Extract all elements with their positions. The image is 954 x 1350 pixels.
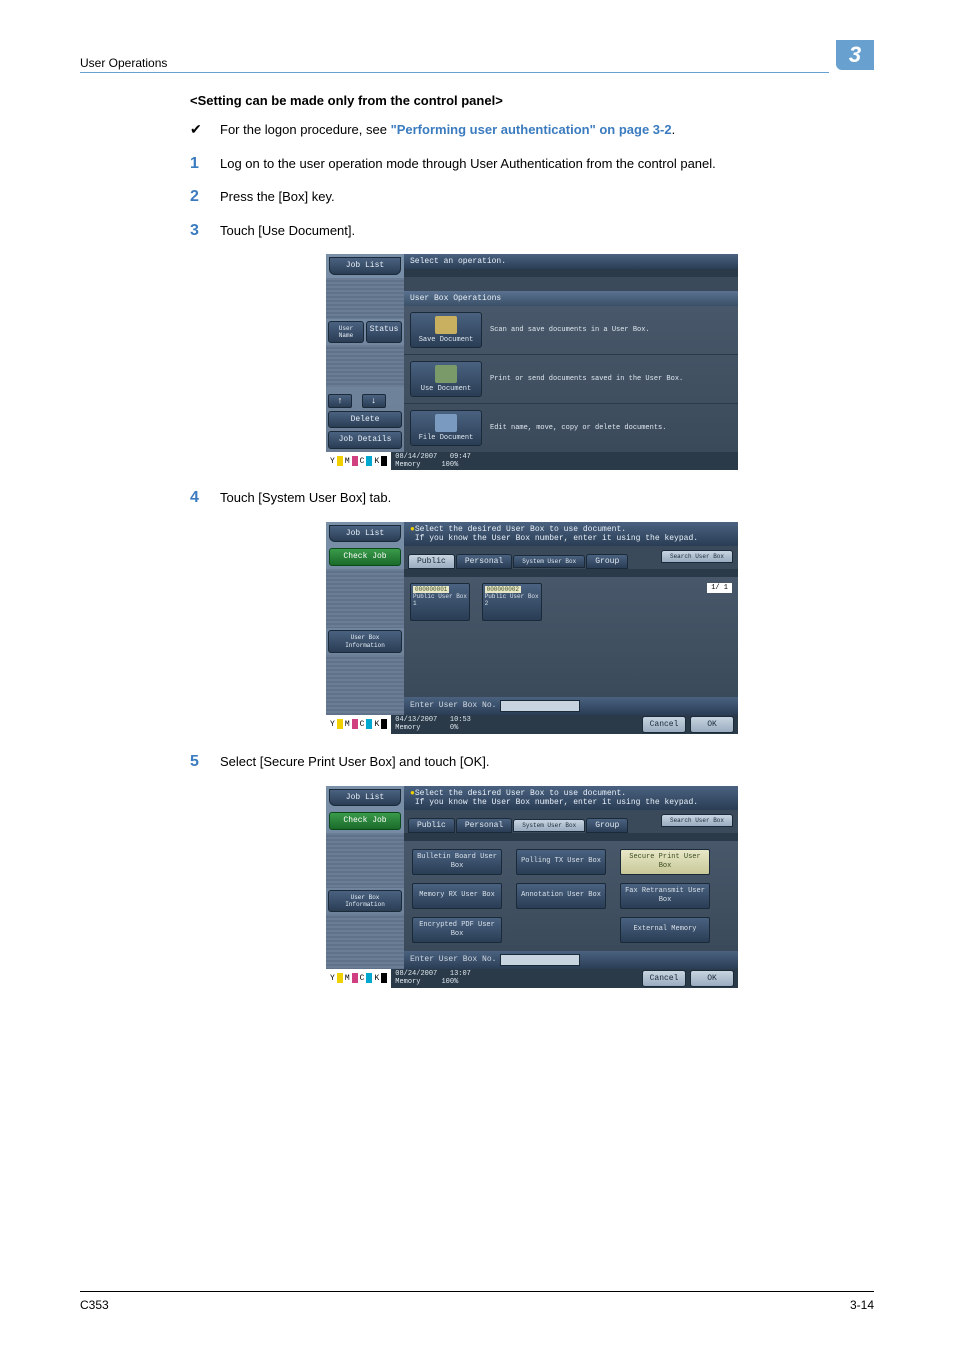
- step-text-1: Log on to the user operation mode throug…: [220, 154, 716, 174]
- xref-link[interactable]: "Performing user authentication" on page…: [391, 122, 672, 137]
- bulletin-board-btn[interactable]: Bulletin Board User Box: [412, 849, 502, 875]
- user-box-info-btn-3[interactable]: User Box Information: [328, 890, 402, 912]
- toner-indicator-2: Y M C K: [326, 715, 391, 735]
- section-subtitle: <Setting can be made only from the contr…: [190, 93, 874, 108]
- footer-model: C353: [80, 1298, 109, 1312]
- toner-indicator-3: Y M C K: [326, 969, 391, 989]
- cancel-button-3[interactable]: Cancel: [642, 970, 686, 988]
- toner-indicator: Y M C K: [326, 452, 391, 470]
- message-bar: Select an operation.: [404, 254, 738, 269]
- tab-system-3[interactable]: System User Box: [513, 819, 585, 832]
- header-rule: [80, 72, 829, 73]
- bullet-pre: For the logon procedure, see: [220, 122, 391, 137]
- file-desc: Edit name, move, copy or delete document…: [490, 424, 666, 432]
- tab-personal-3[interactable]: Personal: [456, 818, 512, 833]
- hint-bar-2: ●Select the desired User Box to use docu…: [404, 522, 738, 546]
- step-text-3: Touch [Use Document].: [220, 221, 355, 241]
- enter-box-label: Enter User Box No.: [410, 701, 496, 710]
- up-arrow-btn[interactable]: ↑: [328, 394, 352, 408]
- tab-personal[interactable]: Personal: [456, 554, 512, 569]
- user-name-btn[interactable]: User Name: [328, 321, 364, 343]
- file-doc-label: File Document: [419, 434, 474, 442]
- step-num-3: 3: [190, 222, 220, 240]
- file-icon: [435, 414, 457, 432]
- step-text-2: Press the [Box] key.: [220, 187, 335, 207]
- tab-search[interactable]: Search User Box: [661, 550, 733, 563]
- status-footer-3: 08/24/2007 13:07Memory 100% Cancel OK: [391, 969, 738, 989]
- status-footer-2: 04/13/2007 10:53Memory 0% Cancel OK: [391, 715, 738, 735]
- save-doc-label: Save Document: [419, 336, 474, 344]
- polling-tx-btn[interactable]: Polling TX User Box: [516, 849, 606, 875]
- box2-name: Public User Box 2: [485, 593, 539, 607]
- check-job-btn-3[interactable]: Check Job: [329, 812, 401, 830]
- step-num-4: 4: [190, 489, 220, 507]
- step-text-5: Select [Secure Print User Box] and touch…: [220, 752, 490, 772]
- box1-name: Public User Box 1: [413, 593, 467, 607]
- cancel-button-2[interactable]: Cancel: [642, 716, 686, 734]
- user-box-ops-header: User Box Operations: [404, 291, 738, 306]
- hint-bar-3: ●Select the desired User Box to use docu…: [404, 786, 738, 810]
- memory-rx-btn[interactable]: Memory RX User Box: [412, 883, 502, 909]
- ok-button-2[interactable]: OK: [690, 716, 734, 734]
- save-desc: Scan and save documents in a User Box.: [490, 326, 650, 334]
- external-memory-btn[interactable]: External Memory: [620, 917, 710, 943]
- job-details-btn[interactable]: Job Details: [328, 431, 402, 449]
- tab-group-3[interactable]: Group: [586, 818, 628, 833]
- step-num-1: 1: [190, 155, 220, 173]
- use-desc: Print or send documents saved in the Use…: [490, 375, 683, 383]
- annotation-btn[interactable]: Annotation User Box: [516, 883, 606, 909]
- running-header: User Operations: [80, 56, 167, 70]
- secure-print-btn[interactable]: Secure Print User Box: [620, 849, 710, 875]
- box2-num: 000000002: [485, 586, 521, 593]
- tab-group[interactable]: Group: [586, 554, 628, 569]
- status-btn[interactable]: Status: [366, 321, 402, 343]
- enter-box-label-3: Enter User Box No.: [410, 955, 496, 964]
- tab-public[interactable]: Public: [408, 554, 455, 569]
- job-list-tab-2[interactable]: Job List: [329, 525, 401, 543]
- bullet-text: For the logon procedure, see "Performing…: [220, 120, 675, 140]
- file-document-btn[interactable]: File Document: [410, 410, 482, 446]
- use-document-btn[interactable]: Use Document: [410, 361, 482, 397]
- save-document-btn[interactable]: Save Document: [410, 312, 482, 348]
- box-number-input[interactable]: [500, 700, 580, 712]
- box-item-1[interactable]: 000000001 Public User Box 1: [410, 583, 470, 621]
- bullet-post: .: [672, 122, 676, 137]
- footer-pagenum: 3-14: [850, 1298, 874, 1312]
- check-job-btn[interactable]: Check Job: [329, 548, 401, 566]
- step-num-2: 2: [190, 188, 220, 206]
- status-footer: 08/14/2007 09:47Memory 100%: [391, 452, 738, 470]
- encrypted-pdf-btn[interactable]: Encrypted PDF User Box: [412, 917, 502, 943]
- screenshot-3: Job List Check Job User Box Information …: [326, 786, 738, 989]
- box-item-2[interactable]: 000000002 Public User Box 2: [482, 583, 542, 621]
- chapter-number: 3: [836, 40, 874, 70]
- use-doc-label: Use Document: [421, 385, 471, 393]
- down-arrow-btn[interactable]: ↓: [362, 394, 386, 408]
- screenshot-2: Job List Check Job User Box Information …: [326, 522, 738, 735]
- step-text-4: Touch [System User Box] tab.: [220, 488, 391, 508]
- step-num-5: 5: [190, 753, 220, 771]
- job-list-tab-3[interactable]: Job List: [329, 789, 401, 807]
- fax-retransmit-btn[interactable]: Fax Retransmit User Box: [620, 883, 710, 909]
- page-indicator: 1/ 1: [707, 583, 732, 593]
- delete-btn[interactable]: Delete: [328, 411, 402, 429]
- screenshot-1: Job List User Name Status ↑ ↓ Delete Job…: [326, 254, 738, 470]
- job-list-tab[interactable]: Job List: [329, 257, 401, 275]
- box-number-input-3[interactable]: [500, 954, 580, 966]
- tab-search-3[interactable]: Search User Box: [661, 814, 733, 827]
- box1-num: 000000001: [413, 586, 449, 593]
- check-bullet: ✔: [190, 121, 220, 138]
- ok-button-3[interactable]: OK: [690, 970, 734, 988]
- tab-public-3[interactable]: Public: [408, 818, 455, 833]
- tab-system[interactable]: System User Box: [513, 555, 585, 568]
- use-icon: [435, 365, 457, 383]
- save-icon: [435, 316, 457, 334]
- user-box-info-btn[interactable]: User Box Information: [328, 630, 402, 652]
